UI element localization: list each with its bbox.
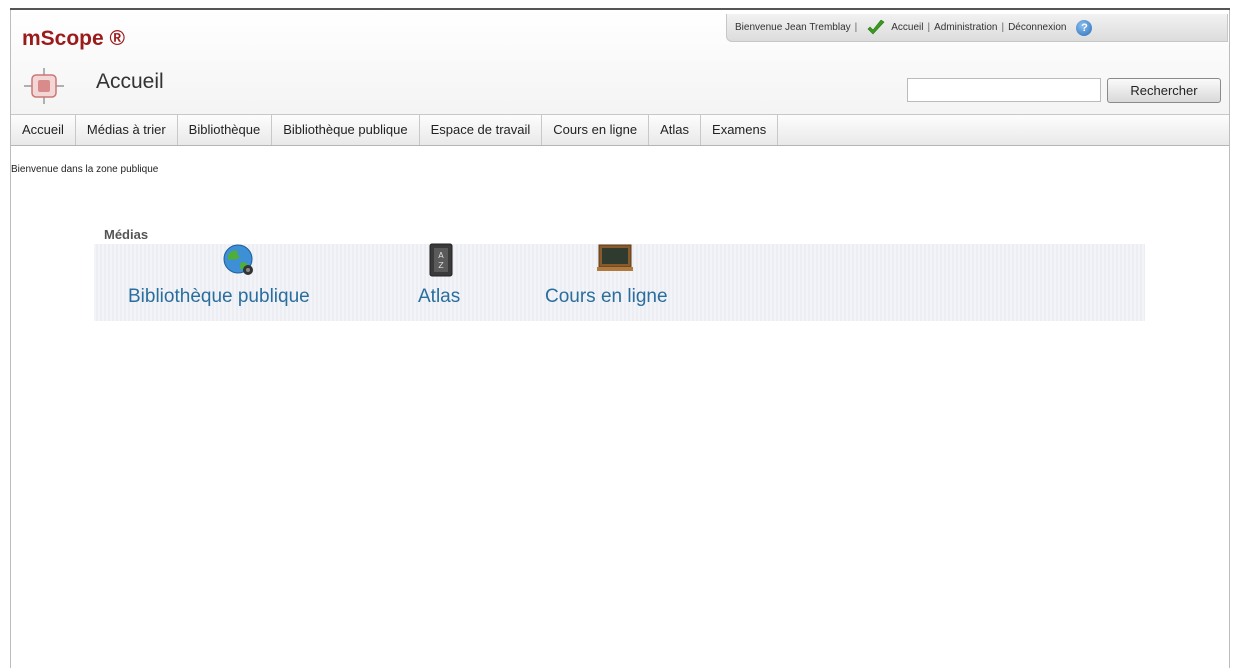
help-icon[interactable]: ? xyxy=(1076,19,1093,36)
user-link-administration[interactable]: Administration xyxy=(934,22,997,33)
user-bar: Bienvenue Jean Tremblay | Accueil | Admi… xyxy=(726,14,1228,42)
separator: | xyxy=(927,22,931,33)
app-logo-icon xyxy=(24,68,64,104)
media-item-label[interactable]: Atlas xyxy=(418,286,460,307)
media-item-label[interactable]: Bibliothèque publique xyxy=(128,286,310,307)
chalkboard-icon[interactable] xyxy=(596,243,634,275)
atlas-book-icon[interactable]: A Z xyxy=(428,243,454,277)
tab-examens[interactable]: Examens xyxy=(701,115,779,145)
media-item-bibliotheque-publique[interactable]: Bibliothèque publique xyxy=(128,286,310,308)
welcome-user-text: Bienvenue Jean Tremblay xyxy=(735,22,851,33)
browser-frame: mScope ® Bienvenue Jean Tremblay | Accue… xyxy=(0,0,1245,668)
main-nav: Accueil Médias à trier Bibliothèque Bibl… xyxy=(11,114,1229,146)
tab-medias-a-trier[interactable]: Médias à trier xyxy=(76,115,178,145)
separator: | xyxy=(1001,22,1005,33)
user-link-accueil[interactable]: Accueil xyxy=(891,22,923,33)
tab-cours-en-ligne[interactable]: Cours en ligne xyxy=(542,115,650,145)
page-title: Accueil xyxy=(96,70,164,93)
nav-filler xyxy=(777,115,1229,145)
brand-logo-text[interactable]: mScope ® xyxy=(22,27,125,51)
media-panel-header xyxy=(94,222,1145,244)
search-button[interactable]: Rechercher xyxy=(1107,78,1221,103)
separator: | xyxy=(854,22,858,33)
globe-icon[interactable] xyxy=(222,243,256,277)
tab-espace-de-travail[interactable]: Espace de travail xyxy=(420,115,543,145)
media-item-label[interactable]: Cours en ligne xyxy=(545,286,668,307)
media-section-label: Médias xyxy=(104,227,149,242)
tab-accueil[interactable]: Accueil xyxy=(11,115,76,145)
left-edge xyxy=(10,10,11,668)
media-item-atlas[interactable]: Atlas xyxy=(418,286,460,308)
tab-bibliotheque-publique[interactable]: Bibliothèque publique xyxy=(272,115,420,145)
tab-bibliotheque[interactable]: Bibliothèque xyxy=(178,115,273,145)
user-link-deconnexion[interactable]: Déconnexion xyxy=(1008,22,1066,33)
media-item-cours-en-ligne[interactable]: Cours en ligne xyxy=(545,286,668,308)
svg-text:Z: Z xyxy=(438,261,444,270)
tab-atlas[interactable]: Atlas xyxy=(649,115,702,145)
svg-text:A: A xyxy=(438,251,444,260)
search-input[interactable] xyxy=(907,78,1101,102)
check-icon xyxy=(867,19,885,34)
welcome-message: Bienvenue dans la zone publique xyxy=(11,164,159,175)
right-edge xyxy=(1229,10,1230,668)
